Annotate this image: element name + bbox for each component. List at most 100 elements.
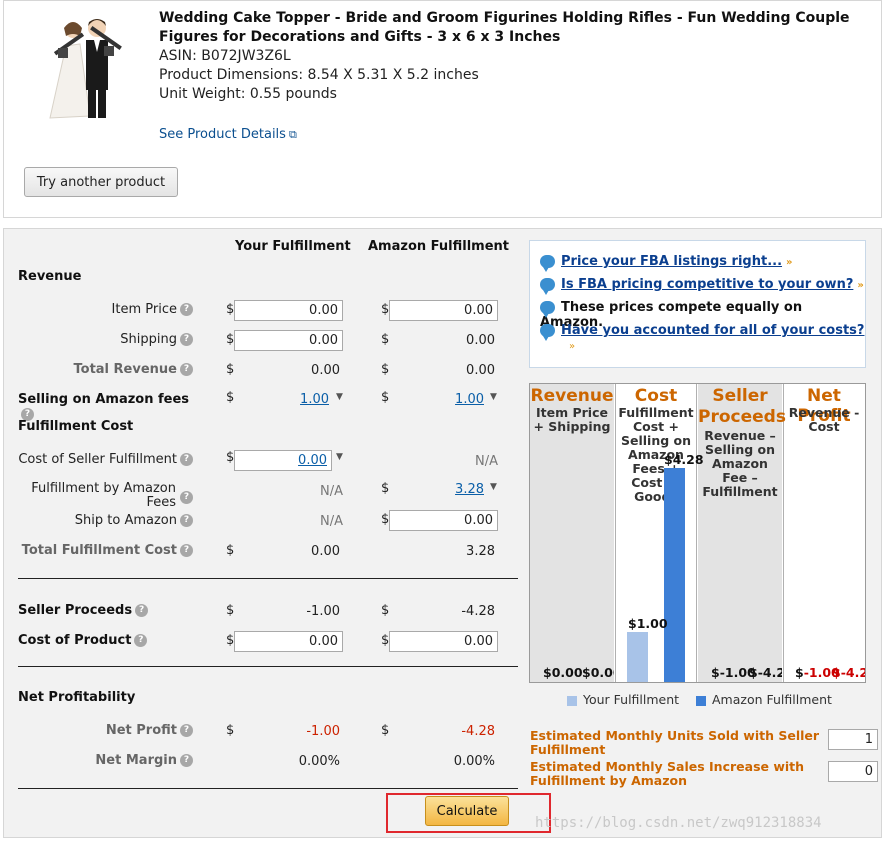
divider — [18, 788, 518, 789]
label-cost-amazon: $4.28 — [664, 452, 704, 467]
dropdown-arrow-icon[interactable]: ▼ — [490, 392, 497, 402]
net-margin-amazon-value: 0.00% — [453, 754, 495, 769]
legend-swatch — [696, 695, 706, 706]
divider — [18, 578, 518, 579]
see-product-details-label: See Product Details — [159, 127, 286, 142]
help-icon[interactable]: ? — [180, 514, 193, 527]
help-icon[interactable]: ? — [180, 303, 193, 316]
try-another-product-button[interactable]: Try another product — [24, 167, 178, 197]
item-price-your-input[interactable]: 0.00 — [234, 300, 343, 321]
est-amazon-increase-label: Estimated Monthly Sales Increase with Fu… — [530, 759, 805, 788]
chart-heading-seller-proceeds: Seller Proceeds — [698, 386, 786, 427]
column-amazon-fulfillment: Amazon Fulfillment — [368, 239, 509, 254]
total-revenue-label: Total Revenue? — [20, 362, 193, 377]
product-asin: ASIN: B072JW3Z6L — [159, 48, 291, 64]
product-image — [49, 19, 122, 119]
shipping-your-input[interactable]: 0.00 — [234, 330, 343, 351]
section-fulfillment-cost: Fulfillment Cost — [18, 419, 134, 434]
total-fulfillment-amazon-value: 3.28 — [466, 544, 495, 559]
external-link-icon: ⧉ — [288, 128, 297, 141]
speech-bubble-icon — [540, 278, 555, 295]
tips-box: Price your FBA listings right...» Is FBA… — [529, 240, 866, 368]
est-amazon-increase-input[interactable]: 0 — [828, 761, 878, 782]
product-title: Wedding Cake Topper - Bride and Groom Fi… — [159, 10, 850, 45]
ship-to-amazon-label: Ship to Amazon? — [20, 513, 193, 528]
ship-to-amazon-amazon-input[interactable]: 0.00 — [389, 510, 498, 531]
total-revenue-amazon-value: 0.00 — [466, 363, 495, 378]
est-seller-units-input[interactable]: 1 — [828, 729, 878, 750]
net-profit-your-value: -1.00 — [306, 724, 340, 739]
help-icon[interactable]: ? — [180, 724, 193, 737]
help-icon[interactable]: ? — [180, 333, 193, 346]
tip-price-listings[interactable]: Price your FBA listings right...» — [540, 254, 793, 272]
selling-fees-your-link[interactable]: 1.00 — [234, 392, 329, 407]
comparison-chart: Revenue Item Price + Shipping Cost Fulfi… — [529, 383, 866, 683]
product-dimensions: Product Dimensions: 8.54 X 5.31 X 5.2 in… — [159, 67, 479, 83]
product-weight: Unit Weight: 0.55 pounds — [159, 86, 337, 102]
speech-bubble-icon — [540, 255, 555, 272]
help-icon[interactable]: ? — [180, 491, 193, 504]
label-revenue-amazon: $0.00 — [582, 665, 614, 680]
label-seller-proceeds-amazon: $-4.2 — [749, 665, 782, 680]
calculate-button[interactable]: Calculate — [425, 796, 509, 826]
help-icon[interactable]: ? — [134, 634, 148, 647]
cost-of-product-your-input[interactable]: 0.00 — [234, 631, 343, 652]
seller-proceeds-amazon-value: -4.28 — [461, 604, 495, 619]
net-profit-amazon-value: -4.28 — [461, 724, 495, 739]
chart-sub-net-profit: Revenue - Cost — [788, 405, 860, 434]
bar-cost-your-fulfillment — [627, 632, 648, 682]
fba-fees-label: Fulfillment by Amazon Fees — [31, 481, 176, 510]
speech-bubble-icon — [540, 324, 555, 341]
double-chevron-down-icon: » — [857, 280, 864, 291]
section-revenue: Revenue — [18, 269, 82, 284]
label-cost-your: $1.00 — [628, 616, 668, 631]
item-price-amazon-input[interactable]: 0.00 — [389, 300, 498, 321]
fba-fees-your-value: N/A — [320, 484, 343, 499]
double-chevron-down-icon: » — [786, 257, 793, 268]
legend-amazon-fulfillment: Amazon Fulfillment — [696, 692, 832, 707]
label-revenue-your: $0.00 — [543, 665, 583, 680]
cost-of-product-label: Cost of Product? — [18, 633, 158, 648]
selling-fees-label: Selling on Amazon fees? — [18, 392, 190, 421]
see-product-details-link[interactable]: See Product Details ⧉ — [159, 127, 297, 142]
label-net-profit-amazon: $-4.2 — [832, 665, 865, 680]
dropdown-arrow-icon[interactable]: ▼ — [336, 392, 343, 402]
shipping-amazon-value: 0.00 — [466, 333, 495, 348]
total-fulfillment-your-value: 0.00 — [311, 544, 340, 559]
net-profit-label: Net Profit? — [20, 723, 193, 738]
seller-proceeds-your-value: -1.00 — [306, 604, 340, 619]
dropdown-arrow-icon[interactable]: ▼ — [490, 482, 497, 492]
speech-bubble-icon — [540, 301, 555, 318]
cost-of-product-amazon-input[interactable]: 0.00 — [389, 631, 498, 652]
help-icon[interactable]: ? — [180, 453, 193, 466]
legend-swatch — [567, 695, 577, 706]
help-icon[interactable]: ? — [135, 604, 149, 617]
dropdown-arrow-icon[interactable]: ▼ — [336, 452, 343, 462]
cost-seller-fulfillment-your-input[interactable]: 0.00 — [234, 450, 332, 471]
net-margin-your-value: 0.00% — [298, 754, 340, 769]
ship-to-amazon-your-value: N/A — [320, 514, 343, 529]
help-icon[interactable]: ? — [180, 363, 193, 376]
chart-sub-revenue: Item Price + Shipping — [533, 405, 611, 434]
net-margin-label: Net Margin? — [20, 753, 193, 768]
tip-accounted-costs[interactable]: Have you accounted for all of your costs… — [540, 323, 864, 341]
fba-fees-amazon-link[interactable]: 3.28 — [389, 482, 484, 497]
legend-your-fulfillment: Your Fulfillment — [567, 692, 679, 707]
double-chevron-down-icon: » — [569, 341, 576, 352]
total-revenue-your-value: 0.00 — [311, 363, 340, 378]
total-fulfillment-cost-label: Total Fulfillment Cost? — [10, 543, 193, 558]
help-icon[interactable]: ? — [180, 544, 193, 557]
cost-seller-fulfillment-label: Cost of Seller Fulfillment? — [10, 452, 193, 467]
column-your-fulfillment: Your Fulfillment — [235, 239, 351, 254]
bar-cost-amazon-fulfillment — [664, 468, 685, 682]
chart-heading-cost: Cost — [634, 386, 678, 406]
tip-fba-pricing[interactable]: Is FBA pricing competitive to your own?» — [540, 277, 864, 295]
item-price-label: Item Price? — [20, 302, 193, 317]
selling-fees-amazon-link[interactable]: 1.00 — [389, 392, 484, 407]
section-net-profitability: Net Profitability — [18, 690, 136, 705]
cost-seller-fulfillment-amazon-value: N/A — [475, 454, 498, 469]
divider — [18, 666, 518, 667]
chart-heading-revenue: Revenue — [530, 386, 614, 406]
help-icon[interactable]: ? — [180, 754, 193, 767]
shipping-label: Shipping? — [20, 332, 193, 347]
